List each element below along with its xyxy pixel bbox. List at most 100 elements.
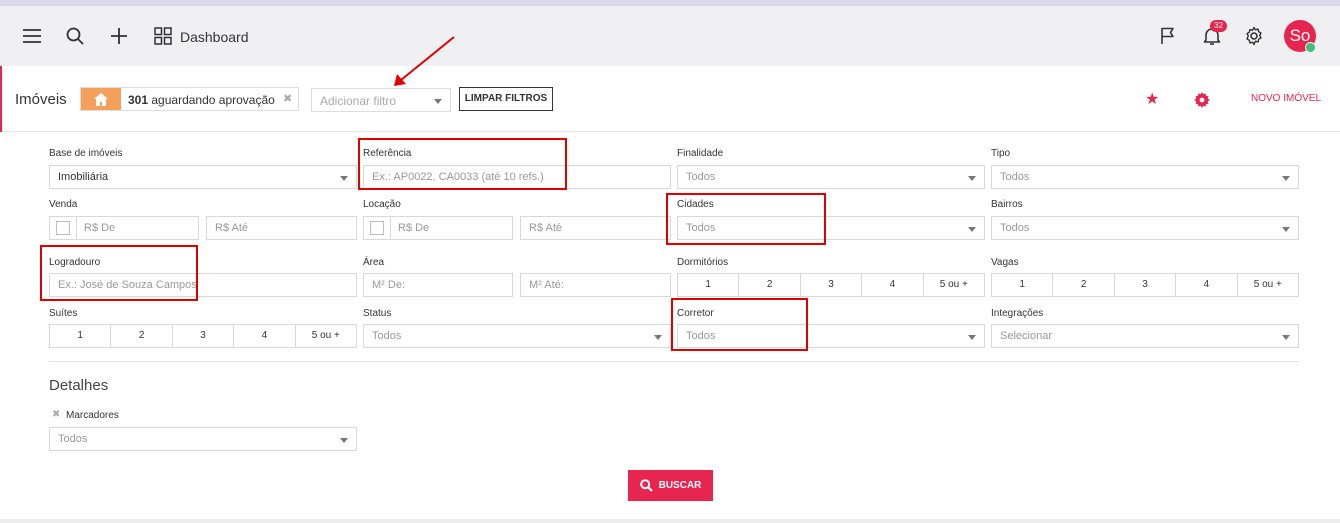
dormitorios-option[interactable]: 4 <box>862 274 924 296</box>
finalidade-value: Todos <box>686 171 716 183</box>
dormitorios-option[interactable]: 3 <box>801 274 863 296</box>
search-button[interactable]: BUSCAR <box>628 470 713 501</box>
logradouro-label: Logradouro <box>49 257 101 268</box>
filter-chip[interactable]: 301 aguardando aprovação ✖ <box>80 87 299 111</box>
corretor-label: Corretor <box>677 308 714 319</box>
dormitorios-option[interactable]: 5 ou + <box>924 274 984 296</box>
gear-icon[interactable] <box>1194 92 1210 108</box>
tipo-label: Tipo <box>991 148 1011 159</box>
suites-label: Suítes <box>49 308 78 319</box>
locacao-to-placeholder: R$ Até <box>529 222 563 234</box>
marcadores-value: Todos <box>58 433 88 445</box>
remove-marcadores-icon[interactable]: ✖ <box>52 409 60 420</box>
venda-to-placeholder: R$ Até <box>215 222 249 234</box>
locacao-label: Locação <box>363 199 401 210</box>
suites-option[interactable]: 1 <box>50 325 112 347</box>
vagas-option[interactable]: 5 ou + <box>1238 274 1298 296</box>
chevron-down-icon <box>1282 335 1290 340</box>
venda-to-input[interactable]: R$ Até <box>206 216 357 240</box>
finalidade-label: Finalidade <box>677 148 724 159</box>
vagas-option[interactable]: 4 <box>1176 274 1238 296</box>
add-filter-dropdown[interactable]: Adicionar filtro <box>311 88 451 112</box>
grid-icon[interactable] <box>151 24 175 48</box>
bairros-value: Todos <box>1000 222 1030 234</box>
base-label: Base de imóveis <box>49 148 123 159</box>
suites-option[interactable]: 4 <box>234 325 296 347</box>
search-button-label: BUSCAR <box>658 480 702 491</box>
suites-option[interactable]: 3 <box>173 325 235 347</box>
locacao-checkbox[interactable] <box>370 221 384 235</box>
locacao-from-placeholder: R$ De <box>398 222 430 234</box>
add-filter-placeholder: Adicionar filtro <box>320 94 397 108</box>
suites-option[interactable]: 2 <box>111 325 173 347</box>
integracoes-select[interactable]: Selecionar <box>991 324 1299 348</box>
corretor-value: Todos <box>686 330 716 342</box>
section-divider <box>49 361 1299 362</box>
logradouro-input[interactable]: Ex.: José de Souza Campos <box>49 273 357 297</box>
chevron-down-icon <box>1282 227 1290 232</box>
cidades-label: Cidades <box>677 199 714 210</box>
close-icon[interactable]: ✖ <box>283 92 292 105</box>
chevron-down-icon <box>340 438 348 443</box>
suites-option[interactable]: 5 ou + <box>296 325 356 347</box>
area-from-input[interactable]: M² De: <box>363 273 513 297</box>
area-to-input[interactable]: M² Até: <box>520 273 671 297</box>
vagas-selector: 1 2 3 4 5 ou + <box>991 273 1299 297</box>
chevron-down-icon <box>968 335 976 340</box>
vagas-option[interactable]: 1 <box>992 274 1054 296</box>
bottom-border <box>0 519 1340 523</box>
dormitorios-option[interactable]: 1 <box>678 274 740 296</box>
area-label: Área <box>363 257 385 268</box>
filter-chip-label: 301 aguardando aprovação <box>128 93 275 107</box>
area-to-placeholder: M² Até: <box>529 279 564 291</box>
clear-filters-button[interactable]: LIMPAR FILTROS <box>459 87 553 111</box>
settings-icon[interactable] <box>1242 24 1266 48</box>
venda-label: Venda <box>49 199 78 210</box>
page-title: Imóveis <box>15 91 67 108</box>
menu-icon[interactable] <box>20 24 44 48</box>
marcadores-label: Marcadores <box>66 410 119 421</box>
vagas-label: Vagas <box>991 257 1019 268</box>
bairros-label: Bairros <box>991 199 1023 210</box>
flag-icon[interactable] <box>1156 24 1180 48</box>
dormitorios-label: Dormitórios <box>677 257 729 268</box>
plus-icon[interactable] <box>107 24 131 48</box>
status-label: Status <box>363 308 392 319</box>
chevron-down-icon <box>340 176 348 181</box>
chevron-down-icon <box>1282 176 1290 181</box>
status-value: Todos <box>372 330 402 342</box>
new-property-link[interactable]: NOVO IMÓVEL <box>1251 93 1321 104</box>
venda-checkbox[interactable] <box>56 221 70 235</box>
online-status-dot <box>1305 42 1316 53</box>
finalidade-select[interactable]: Todos <box>677 165 985 189</box>
referencia-label: Referência <box>363 148 412 159</box>
filter-chip-count: 301 <box>128 93 149 107</box>
dashboard-link[interactable]: Dashboard <box>180 29 249 45</box>
header-accent <box>0 66 2 132</box>
bairros-select[interactable]: Todos <box>991 216 1299 240</box>
venda-from-input[interactable]: R$ De <box>49 216 199 240</box>
status-select[interactable]: Todos <box>363 324 671 348</box>
referencia-input[interactable]: Ex.: AP0022, CA0033 (até 10 refs.) <box>363 165 671 189</box>
base-select[interactable]: Imobiliária <box>49 165 357 189</box>
notification-badge: 32 <box>1210 20 1227 32</box>
dormitorios-option[interactable]: 2 <box>739 274 801 296</box>
home-icon <box>81 88 121 110</box>
search-icon[interactable] <box>63 24 87 48</box>
separator <box>76 217 77 239</box>
suites-selector: 1 2 3 4 5 ou + <box>49 324 357 348</box>
corretor-select[interactable]: Todos <box>677 324 985 348</box>
star-icon[interactable]: ★ <box>1145 92 1159 108</box>
cidades-value: Todos <box>686 222 716 234</box>
locacao-to-input[interactable]: R$ Até <box>520 216 671 240</box>
filter-chip-text: aguardando aprovação <box>151 93 275 107</box>
venda-from-placeholder: R$ De <box>84 222 116 234</box>
cidades-select[interactable]: Todos <box>677 216 985 240</box>
search-icon <box>639 479 653 492</box>
tipo-select[interactable]: Todos <box>991 165 1299 189</box>
vagas-option[interactable]: 3 <box>1115 274 1177 296</box>
marcadores-select[interactable]: Todos <box>49 427 357 451</box>
base-value: Imobiliária <box>58 171 109 183</box>
locacao-from-input[interactable]: R$ De <box>363 216 513 240</box>
vagas-option[interactable]: 2 <box>1053 274 1115 296</box>
